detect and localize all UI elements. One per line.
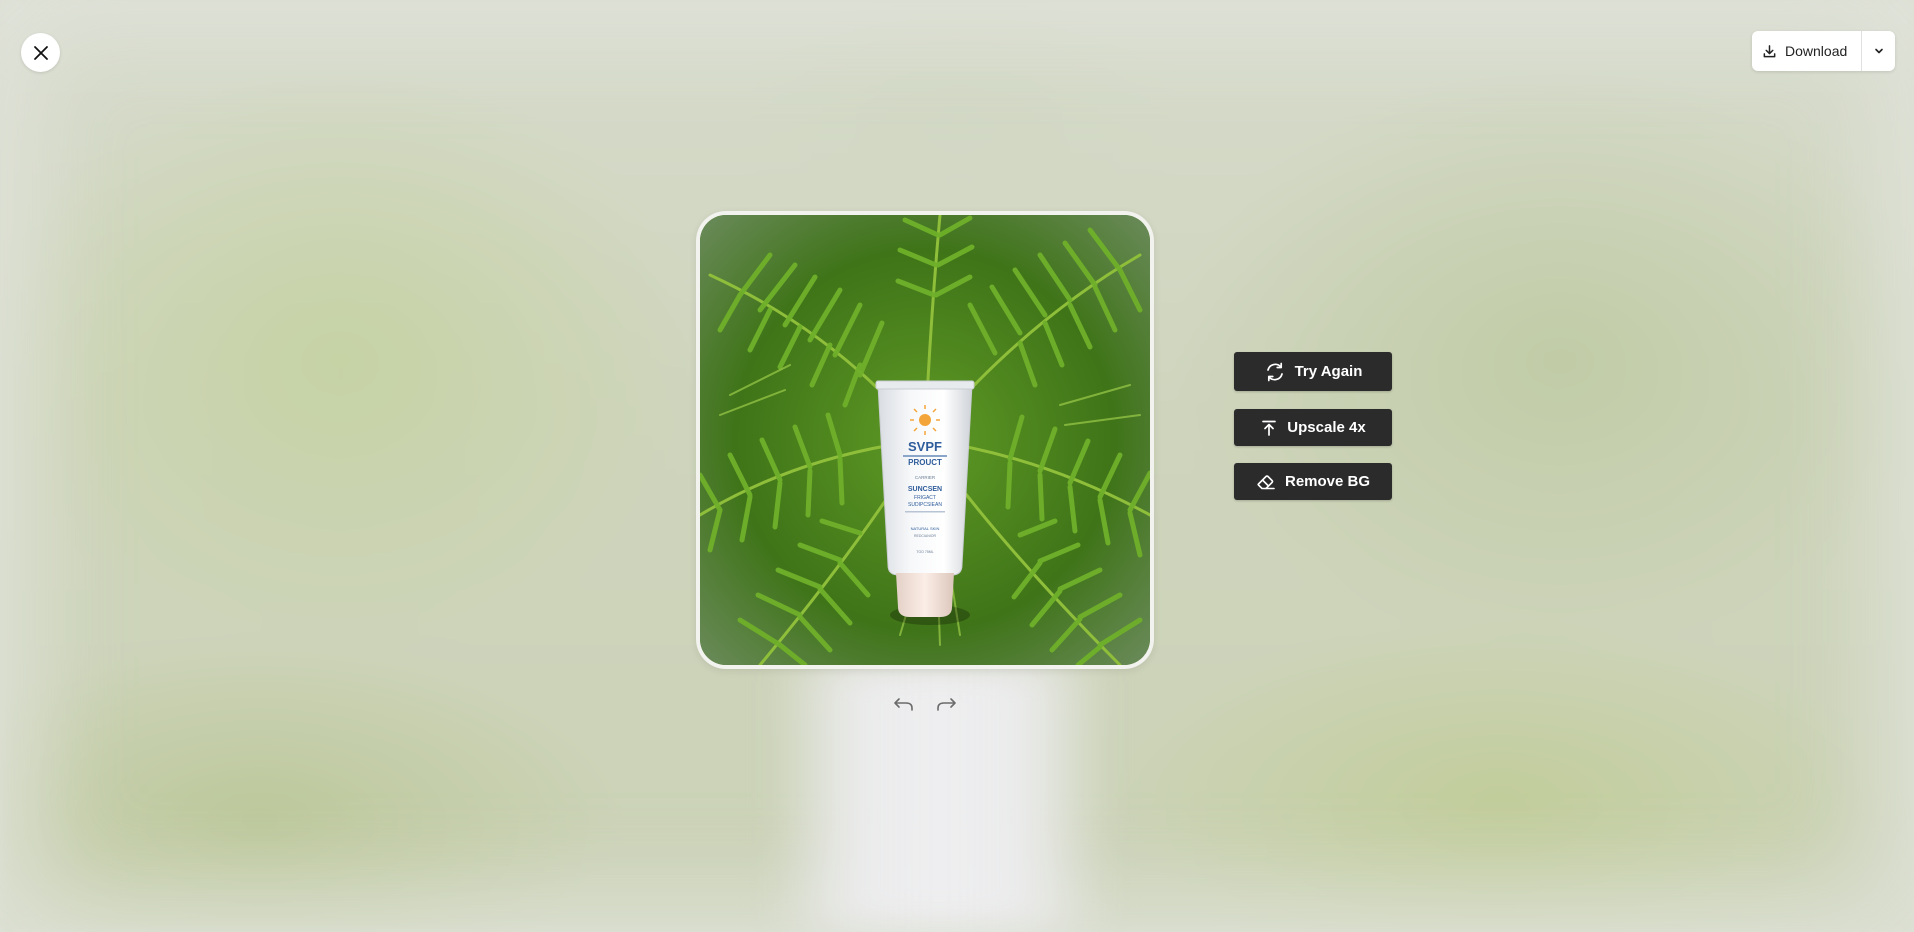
download-options-button[interactable] [1861,31,1895,71]
download-button[interactable]: Download [1752,31,1861,71]
product-small-text: CARRIER [915,475,936,480]
generated-image: SVPF PROUCT CARRIER SUNCSEN FRIGACT SUDI… [700,215,1150,665]
product-name-3: SUDIPCSIEAN [908,502,942,508]
remove-bg-label: Remove BG [1284,473,1371,490]
redo-icon [937,698,956,711]
remove-bg-button[interactable]: Remove BG [1234,463,1392,500]
refresh-icon [1266,362,1283,381]
product-brand-text: SVPF [908,439,942,454]
history-controls [892,692,958,716]
download-group: Download [1752,31,1896,71]
product-name-2: FRIGACT [914,495,936,501]
download-icon [1763,44,1776,57]
upscale-icon [1262,420,1277,436]
product-fine-3: TOO 75ML [916,550,933,554]
close-button[interactable] [21,33,60,72]
upscale-label: Upscale 4x [1287,419,1366,436]
redo-button[interactable] [934,692,958,716]
close-icon [33,45,48,60]
eraser-icon [1257,474,1275,489]
undo-icon [894,698,913,711]
try-again-button[interactable]: Try Again [1234,352,1392,391]
try-again-label: Try Again [1294,363,1363,380]
image-preview-frame: SVPF PROUCT CARRIER SUNCSEN FRIGACT SUDI… [696,211,1154,669]
product-line-text: PROUCT [908,458,942,467]
product-fine-2: REDCIANIOR [914,534,936,538]
download-label: Download [1785,43,1848,59]
product-fine-1: NATURAL SKIN [911,526,940,531]
product-name-1: SUNCSEN [908,486,942,493]
image-viewer: Download SVPF PROUCT CARRIER SUNCSEN FRI… [0,0,1914,932]
chevron-down-icon [1874,48,1883,54]
upscale-button[interactable]: Upscale 4x [1234,409,1392,446]
undo-button[interactable] [892,692,916,716]
product-photo: SVPF PROUCT CARRIER SUNCSEN FRIGACT SUDI… [700,215,1150,665]
